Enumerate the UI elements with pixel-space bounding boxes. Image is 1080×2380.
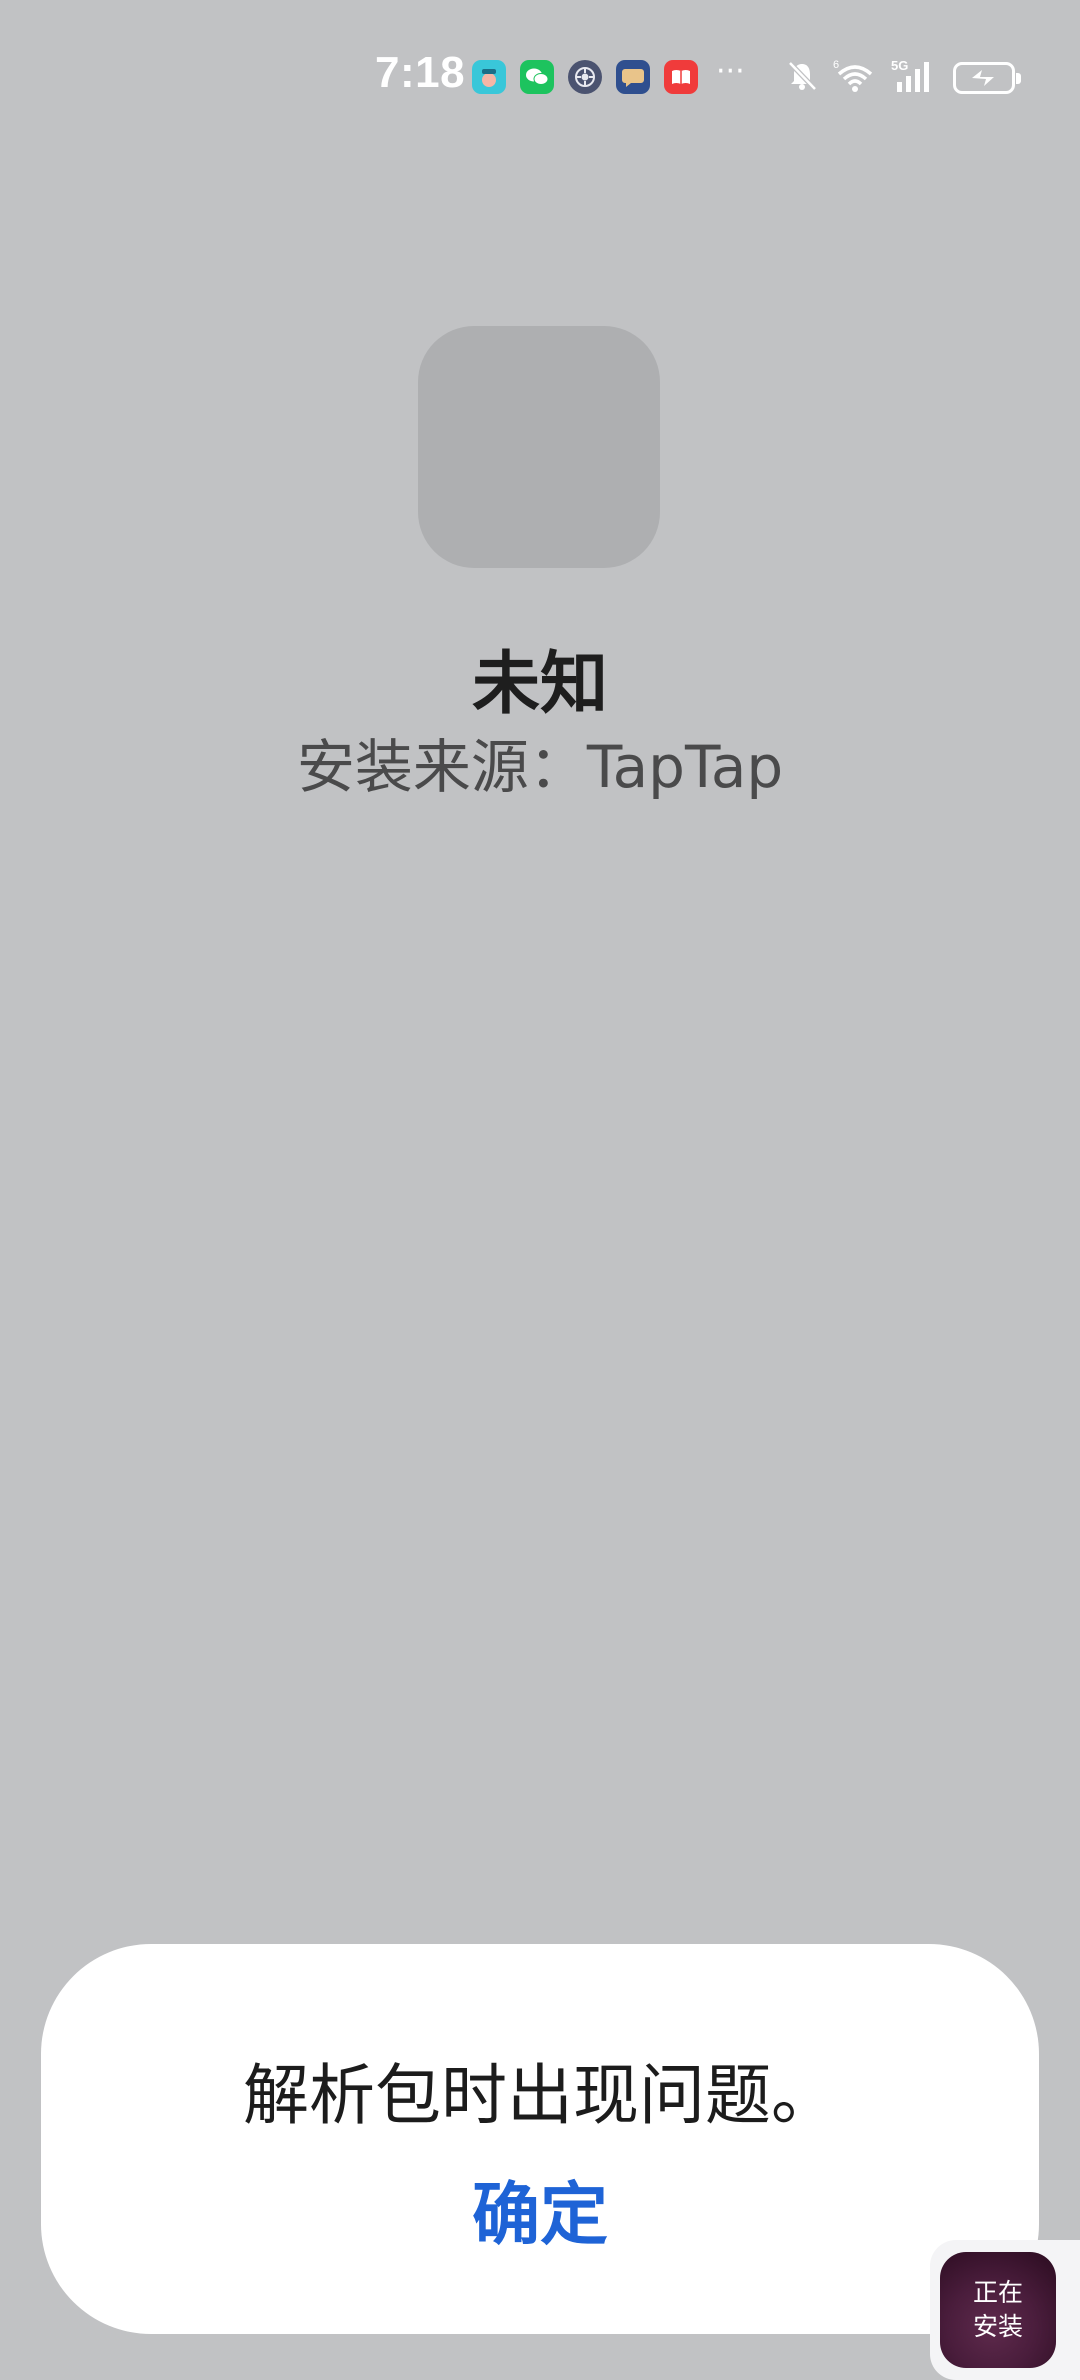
status-clock: 7:18 bbox=[375, 48, 466, 97]
status-bar: 7:18 ··· 6 5G bbox=[0, 0, 1080, 160]
dialog-message: 解析包时出现问题。 bbox=[243, 2057, 837, 2134]
installing-app-tile[interactable]: 正在 安装 bbox=[940, 2252, 1056, 2368]
installing-label: 正在 安装 bbox=[972, 2278, 1023, 2341]
red-book-icon bbox=[664, 60, 698, 94]
settings-icon bbox=[568, 60, 602, 94]
wifi-icon: 6 bbox=[833, 58, 877, 98]
svg-text:5G: 5G bbox=[891, 58, 908, 73]
confirm-button[interactable]: 确定 bbox=[440, 2166, 640, 2266]
signal-5g-icon: 5G bbox=[891, 58, 939, 98]
app-icon-placeholder bbox=[418, 326, 660, 568]
error-dialog: 解析包时出现问题。 确定 bbox=[41, 1944, 1039, 2334]
wechat-icon bbox=[520, 60, 554, 94]
chat-bubble-icon bbox=[616, 60, 650, 94]
svg-text:6: 6 bbox=[833, 59, 839, 71]
app-name: 未知 bbox=[471, 645, 608, 724]
installing-floating-widget[interactable]: 正在 安装 bbox=[930, 2240, 1080, 2380]
system-icons: 6 5G bbox=[785, 58, 1021, 98]
install-source: 安装来源：TapTap bbox=[296, 733, 784, 801]
mute-bell-icon bbox=[785, 59, 819, 97]
battery-charging-icon bbox=[953, 62, 1021, 94]
more-notifications-icon: ··· bbox=[716, 54, 745, 89]
ai-app-icon bbox=[472, 60, 506, 94]
notification-icons: ··· bbox=[472, 54, 745, 94]
